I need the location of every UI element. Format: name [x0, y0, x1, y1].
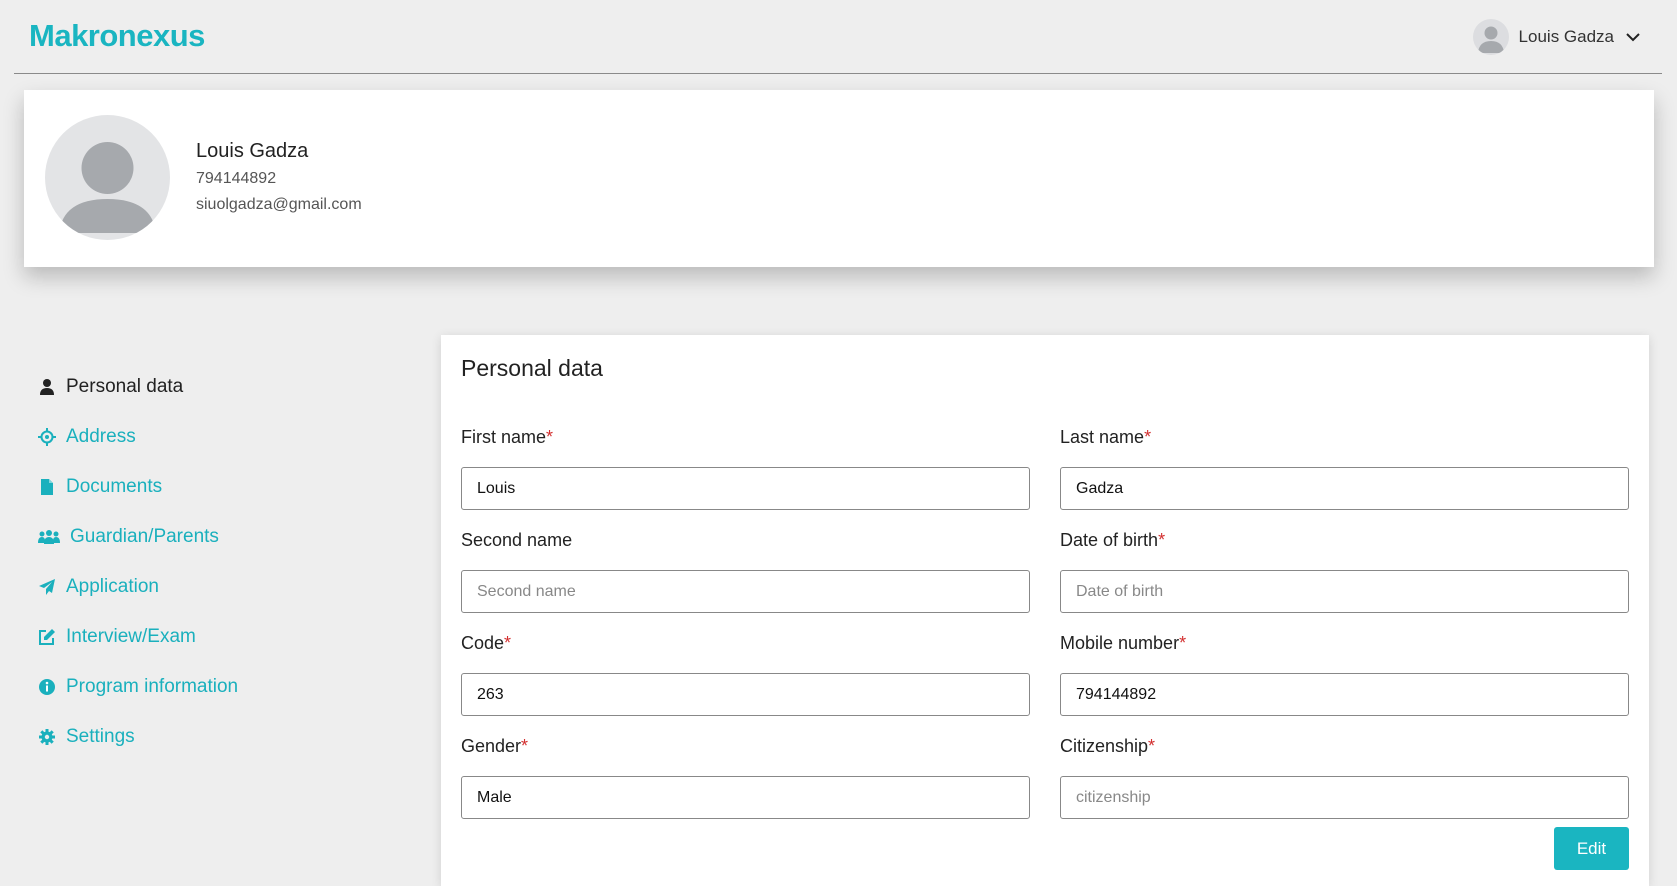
top-header: Makronexus Louis Gadza: [14, 0, 1662, 74]
sidebar-item-personal-data[interactable]: Personal data: [38, 362, 398, 412]
profile-name: Louis Gadza: [196, 140, 309, 162]
code-label: Code*: [461, 633, 512, 653]
first-name-field: First name*: [461, 427, 1030, 510]
sidebar-item-documents[interactable]: Documents: [38, 462, 398, 512]
info-icon: [39, 679, 55, 695]
sidebar-item-application[interactable]: Application: [38, 562, 398, 612]
citizenship-field: Citizenship*: [1060, 736, 1629, 819]
sidebar-nav: Personal data Address Documents Guardian…: [38, 362, 398, 762]
first-name-input[interactable]: [461, 467, 1030, 510]
sidebar-item-label: Application: [66, 576, 159, 597]
citizenship-label: Citizenship*: [1060, 736, 1156, 756]
last-name-label: Last name*: [1060, 427, 1152, 447]
sidebar-item-label: Documents: [66, 476, 163, 497]
first-name-label: First name*: [461, 427, 554, 447]
file-icon: [41, 479, 53, 495]
second-name-label: Second name: [461, 530, 573, 550]
sidebar-item-label: Program information: [66, 676, 239, 697]
profile-card: Louis Gadza 794144892 siuolgadza@gmail.c…: [24, 90, 1654, 267]
profile-phone: 794144892: [196, 170, 277, 187]
profile-avatar: [45, 115, 170, 240]
personal-data-panel: Personal data First name* Last name* Sec…: [441, 335, 1649, 886]
citizenship-input[interactable]: [1060, 776, 1629, 819]
sidebar-item-label: Settings: [66, 726, 135, 747]
user-menu[interactable]: Louis Gadza: [1472, 18, 1642, 56]
location-target-icon: [38, 428, 56, 446]
last-name-input[interactable]: [1060, 467, 1629, 510]
sidebar-item-address[interactable]: Address: [38, 412, 398, 462]
person-icon: [40, 379, 54, 395]
date-of-birth-label: Date of birth*: [1060, 530, 1166, 550]
last-name-field: Last name*: [1060, 427, 1629, 510]
mobile-number-label: Mobile number*: [1060, 633, 1187, 653]
sidebar-item-label: Address: [66, 426, 136, 447]
user-avatar: [1472, 19, 1509, 55]
sidebar-item-settings[interactable]: Settings: [38, 712, 398, 762]
second-name-input[interactable]: [461, 570, 1030, 613]
gender-input[interactable]: [461, 776, 1030, 819]
edit-button[interactable]: Edit: [1554, 827, 1629, 870]
sidebar-item-guardian-parents[interactable]: Guardian/Parents: [38, 512, 398, 562]
users-icon: [38, 530, 60, 544]
code-input[interactable]: [461, 673, 1030, 716]
sidebar-item-interview-exam[interactable]: Interview/Exam: [38, 612, 398, 662]
profile-info: Louis Gadza 794144892 siuolgadza@gmail.c…: [196, 140, 362, 214]
app-logo[interactable]: Makronexus: [29, 18, 205, 54]
user-name: Louis Gadza: [1518, 27, 1614, 46]
date-of-birth-field: Date of birth*: [1060, 530, 1629, 613]
date-of-birth-input[interactable]: [1060, 570, 1629, 613]
gender-field: Gender*: [461, 736, 1030, 819]
mobile-number-input[interactable]: [1060, 673, 1629, 716]
panel-title: Personal data: [461, 355, 603, 381]
mobile-number-field: Mobile number*: [1060, 633, 1629, 716]
second-name-field: Second name: [461, 530, 1030, 613]
sidebar-item-label: Personal data: [66, 376, 184, 397]
paper-plane-icon: [39, 579, 55, 595]
sidebar-item-label: Guardian/Parents: [70, 526, 219, 547]
profile-email: siuolgadza@gmail.com: [196, 196, 362, 213]
sidebar-item-label: Interview/Exam: [66, 626, 196, 647]
gender-label: Gender*: [461, 736, 529, 756]
gear-icon: [39, 729, 55, 745]
chevron-down-icon[interactable]: [1624, 28, 1642, 46]
edit-icon: [39, 629, 55, 645]
sidebar-item-program-information[interactable]: Program information: [38, 662, 398, 712]
code-field: Code*: [461, 633, 1030, 716]
